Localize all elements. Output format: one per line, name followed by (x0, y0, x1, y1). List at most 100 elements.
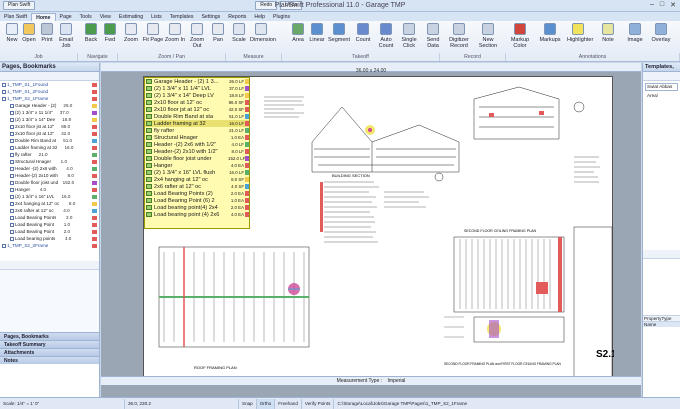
redo-button[interactable]: Redo (255, 1, 278, 10)
color-swatch-icon[interactable] (92, 229, 97, 234)
tree-row[interactable]: Header-(2) 2x10 with 8.0 (0, 172, 99, 179)
tree-row[interactable]: Hanger 4.0 (0, 186, 99, 193)
takeoff-item[interactable]: (2) 1 3/4" x 11 1/4" LVL 37.0 LF (145, 85, 249, 92)
visibility-checkbox[interactable] (2, 243, 6, 248)
tree-row[interactable]: (2) 1 3/4" x 14" Dee 18.8 (0, 116, 99, 123)
color-swatch-icon[interactable] (92, 236, 97, 241)
color-swatch-icon[interactable] (92, 159, 97, 164)
visibility-checkbox[interactable] (10, 131, 14, 136)
visibility-checkbox[interactable] (10, 208, 14, 213)
tree-row[interactable]: fly rafter 21.0 (0, 151, 99, 158)
takeoff-item[interactable]: Load Bearing Points (2) 2.0 EA (145, 190, 249, 197)
takeoff-item[interactable]: Load bearing point(4) 2x4 2.0 EA (145, 204, 249, 211)
tree-row[interactable]: 2x10 floor jst at 12" 86.0 (0, 123, 99, 130)
color-swatch-icon[interactable] (92, 187, 97, 192)
visibility-checkbox[interactable] (2, 89, 6, 94)
visibility-checkbox[interactable] (2, 82, 6, 87)
tree-row[interactable]: Header -(2) 2x6 with 4.0 (0, 165, 99, 172)
template-tree-item[interactable]: Area/ (643, 93, 680, 100)
visibility-checkbox[interactable] (2, 96, 6, 101)
tab-home[interactable]: Home (31, 13, 56, 21)
visibility-checkbox[interactable] (10, 194, 14, 199)
tab-templates[interactable]: Templates (166, 13, 198, 21)
new-section-button[interactable]: New Section (477, 22, 499, 52)
visibility-checkbox[interactable] (10, 166, 14, 171)
color-swatch-icon[interactable] (92, 138, 97, 143)
color-swatch-icon[interactable] (92, 222, 97, 227)
image-button[interactable]: Image (624, 22, 646, 52)
visibility-checkbox[interactable] (10, 187, 14, 192)
visibility-checkbox[interactable] (10, 145, 14, 150)
ortho-toggle[interactable]: Ortho (256, 398, 276, 409)
color-swatch-icon[interactable] (92, 117, 97, 122)
tree-row[interactable]: Load Bearing Points 2.0 (0, 214, 99, 221)
takeoff-item[interactable]: (2) 1 3/4" x 16" LVL flush 16.0 LF (145, 169, 249, 176)
tree-row[interactable]: Ladder framing at 32 16.0 (0, 144, 99, 151)
visibility-checkbox[interactable] (10, 124, 14, 129)
visibility-checkbox[interactable] (10, 229, 14, 234)
tab-plan-swift[interactable]: Plan Swift (0, 13, 31, 21)
takeoff-item[interactable]: 2x4 hanging at 12" oc 8.0 SF (145, 176, 249, 183)
fwd-button[interactable]: Fwd (99, 22, 121, 52)
linear-button[interactable]: Linear (306, 22, 328, 52)
auto-count-button[interactable]: Auto Count (375, 22, 397, 52)
color-swatch-icon[interactable] (92, 96, 97, 101)
takeoff-item[interactable]: Double floor joist under 152.0 LF (145, 155, 249, 162)
color-swatch-icon[interactable] (92, 194, 97, 199)
tab-settings[interactable]: Settings (197, 13, 224, 21)
email-job-button[interactable]: Email Job (55, 22, 77, 52)
markup-color-button[interactable]: Markup Color (509, 22, 531, 52)
color-swatch-icon[interactable] (92, 145, 97, 150)
takeoff-item[interactable]: Header-(2) 2x10 with 1/2" 8.0 LF (145, 148, 249, 155)
segment-button[interactable]: Segment (328, 22, 350, 52)
tree-row[interactable]: Double floor joist und 152.0 (0, 179, 99, 186)
tree-row[interactable]: 1_TMP_S1_2Found (0, 88, 99, 95)
visibility-checkbox[interactable] (10, 138, 14, 143)
property-row-name[interactable]: Name (643, 322, 680, 327)
takeoff-item[interactable]: Hanger 4.0 EA (145, 162, 249, 169)
tree-row[interactable]: 1_TMP_S2_2Frame (0, 242, 99, 249)
single-click-button[interactable]: Single Click (398, 22, 420, 52)
tree-row[interactable]: Load Bearing Point 2.0 (0, 228, 99, 235)
digitizer-record-button[interactable]: Digitizer Record (448, 22, 470, 52)
visibility-checkbox[interactable] (10, 236, 14, 241)
tree-row[interactable]: 2x6 rafter at 12" oc 4.0 (0, 207, 99, 214)
tree-row[interactable]: 1_TMP_S1_1Found (0, 81, 99, 88)
visibility-checkbox[interactable] (10, 110, 14, 115)
section-pages-bookmarks[interactable]: Pages, Bookmarks (0, 332, 99, 340)
snap-toggle[interactable]: Snap (239, 398, 257, 409)
verify-points-toggle[interactable]: Verify Points (302, 398, 335, 409)
tab-view[interactable]: View (96, 13, 115, 21)
visibility-checkbox[interactable] (10, 180, 14, 185)
overlay-button[interactable]: Overlay (650, 22, 672, 52)
tree-row[interactable]: (2) 1 3/4" x 16" LVL 16.0 (0, 193, 99, 200)
color-swatch-icon[interactable] (92, 208, 97, 213)
section-notes[interactable]: Notes (0, 356, 99, 364)
visibility-checkbox[interactable] (10, 159, 14, 164)
maximize-icon[interactable]: □ (660, 1, 664, 9)
tab-tools[interactable]: Tools (76, 13, 96, 21)
color-swatch-icon[interactable] (92, 131, 97, 136)
zoom-in-button[interactable]: Zoom In (164, 22, 186, 52)
takeoff-item[interactable]: (2) 1 3/4" x 14" Deep LV 18.8 LF (145, 92, 249, 99)
tree-row[interactable]: (2) 1 3/4" x 11 1/4" 37.0 (0, 109, 99, 116)
minimize-icon[interactable]: – (650, 1, 654, 9)
markups-button[interactable]: Markups (539, 22, 561, 52)
color-swatch-icon[interactable] (92, 103, 97, 108)
takeoff-item[interactable]: Load bearing point (4) 2x6 4.0 EA (145, 211, 249, 218)
tree-row[interactable]: 1_TMP_S2_1Frame (0, 95, 99, 102)
section-takeoff-summary[interactable]: Takeoff Summary (0, 340, 99, 348)
section-attachments[interactable]: Attachments (0, 348, 99, 356)
tree-row[interactable]: Structural Hnager 1.0 (0, 158, 99, 165)
tree-row[interactable]: Garage Header - (2) 26.0 (0, 102, 99, 109)
visibility-checkbox[interactable] (10, 201, 14, 206)
scale-button[interactable]: Scale (228, 22, 250, 52)
template-search-input[interactable]: Swiat Abbas (645, 83, 678, 91)
color-swatch-icon[interactable] (92, 82, 97, 87)
color-swatch-icon[interactable] (92, 110, 97, 115)
tree-row[interactable]: Double Rim Band at 51.0 (0, 137, 99, 144)
tab-help[interactable]: Help (250, 13, 269, 21)
zoom-button[interactable]: Zoom (120, 22, 142, 52)
tab-lists[interactable]: Lists (147, 13, 166, 21)
freehand-toggle[interactable]: Freehand (275, 398, 302, 409)
